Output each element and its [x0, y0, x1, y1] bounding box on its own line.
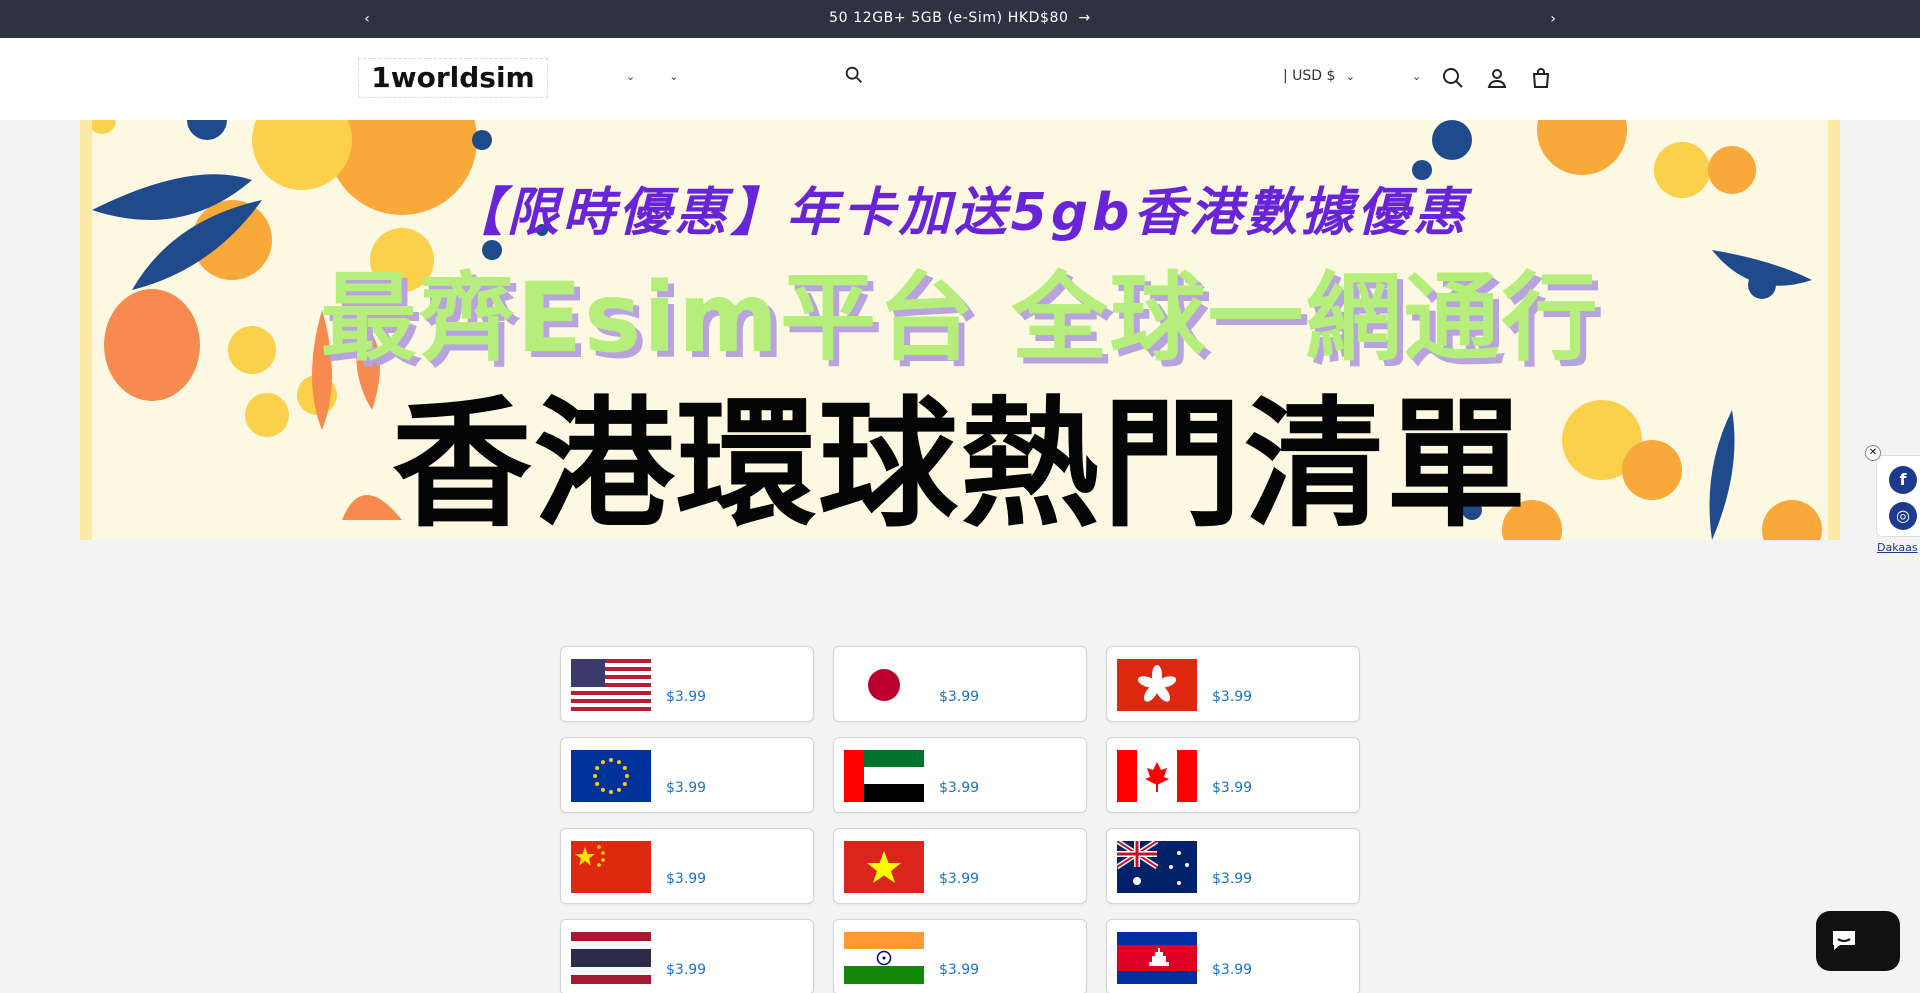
announcement-message-link[interactable]: 50 12GB+ 5GB (e-Sim) HKD$80 →: [0, 10, 1920, 26]
announcement-message: 50 12GB+ 5GB (e-Sim) HKD$80: [829, 10, 1069, 26]
search-icon[interactable]: [1441, 66, 1465, 90]
country-grid: $3.99 $3.99 $3.99 $3.99 $3.99 $3.99 $3.9…: [560, 646, 1360, 993]
country-price: $3.99: [939, 962, 980, 978]
country-price: $3.99: [666, 871, 707, 887]
chat-bubble-icon: [1833, 931, 1855, 950]
close-icon[interactable]: ✕: [1865, 445, 1881, 461]
announcement-bar: ‹ 50 12GB+ 5GB (e-Sim) HKD$80 → ›: [0, 0, 1920, 38]
country-card-eu[interactable]: $3.99: [560, 737, 814, 813]
flag-th-icon: [571, 932, 651, 984]
country-price: $3.99: [939, 780, 980, 796]
country-price: $3.99: [1212, 962, 1253, 978]
country-price: $3.99: [666, 689, 707, 705]
flag-eu-icon: [571, 750, 651, 802]
flag-kh-icon: [1117, 932, 1197, 984]
nav-item-3[interactable]: ⌄: [661, 70, 678, 83]
country-card-ae[interactable]: $3.99: [833, 737, 1087, 813]
flag-cn-icon: [571, 841, 651, 893]
site-header: 1worldsim ⌄ ⌄ | USD $ ⌄ ⌄: [0, 38, 1920, 120]
banner-headline-promo: 【限時優惠】年卡加送5gb香港數據優惠: [450, 183, 1470, 243]
country-price: $3.99: [1212, 780, 1253, 796]
country-price: $3.99: [1212, 689, 1253, 705]
chevron-down-icon: ⌄: [669, 70, 679, 83]
cart-icon[interactable]: [1529, 66, 1553, 90]
chevron-down-icon: ⌄: [626, 70, 636, 83]
instagram-icon[interactable]: ◎: [1889, 502, 1917, 530]
search-icon[interactable]: [843, 64, 865, 86]
country-price: $3.99: [666, 962, 707, 978]
flag-vn-icon: [844, 841, 924, 893]
account-icon[interactable]: [1485, 66, 1509, 90]
language-selector[interactable]: ⌄: [1412, 70, 1421, 83]
country-card-hk[interactable]: $3.99: [1106, 646, 1360, 722]
country-card-us[interactable]: $3.99: [560, 646, 814, 722]
chat-button[interactable]: [1816, 911, 1900, 971]
flag-ae-icon: [844, 750, 924, 802]
facebook-icon[interactable]: f: [1889, 466, 1917, 494]
country-price: $3.99: [939, 689, 980, 705]
country-card-au[interactable]: $3.99: [1106, 828, 1360, 904]
hero-banner: 【限時優惠】年卡加送5gb香港數據優惠 最齊Esim平台 全球一網通行 香港環球…: [80, 120, 1840, 540]
country-price: $3.99: [1212, 871, 1253, 887]
main-nav: ⌄ ⌄: [592, 70, 730, 83]
country-price: $3.99: [666, 780, 707, 796]
country-card-cn[interactable]: $3.99: [560, 828, 814, 904]
flag-jp-icon: [844, 659, 924, 711]
arrow-right-icon: →: [1078, 10, 1091, 26]
country-card-th[interactable]: $3.99: [560, 919, 814, 993]
country-card-jp[interactable]: $3.99: [833, 646, 1087, 722]
country-card-in[interactable]: $3.99: [833, 919, 1087, 993]
social-credit-link[interactable]: Dakaas: [1877, 541, 1918, 554]
nav-item-2[interactable]: ⌄: [618, 70, 635, 83]
site-logo[interactable]: 1worldsim: [358, 58, 548, 98]
banner-headline-title: 香港環球熱門清單: [391, 384, 1528, 540]
flag-au-icon: [1117, 841, 1197, 893]
country-card-ca[interactable]: $3.99: [1106, 737, 1360, 813]
social-share-panel: f ◎: [1876, 455, 1920, 537]
flag-ca-icon: [1117, 750, 1197, 802]
flag-in-icon: [844, 932, 924, 984]
chevron-down-icon: ⌄: [1345, 70, 1356, 83]
country-card-kh[interactable]: $3.99: [1106, 919, 1360, 993]
currency-selector[interactable]: | USD $ ⌄: [1283, 68, 1355, 84]
currency-label: | USD $: [1283, 68, 1336, 84]
flag-hk-icon: [1117, 659, 1197, 711]
country-card-vn[interactable]: $3.99: [833, 828, 1087, 904]
announcement-next-button[interactable]: ›: [1543, 9, 1563, 29]
country-price: $3.99: [939, 871, 980, 887]
flag-us-icon: [571, 659, 651, 711]
